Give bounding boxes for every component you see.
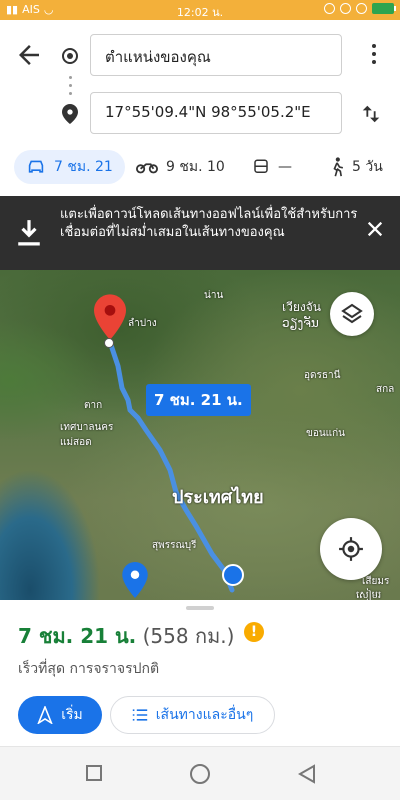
mode-car[interactable]: 7 ชม. 21 xyxy=(14,150,125,184)
motorcycle-icon xyxy=(136,163,158,174)
map-label-lampang: ลำปาง xyxy=(128,318,157,329)
recents-button[interactable] xyxy=(86,765,102,781)
swap-icon[interactable] xyxy=(360,102,382,126)
map-label-suphan: สุพรรณบุรี xyxy=(152,540,197,551)
mode-transit[interactable]: — xyxy=(252,150,292,184)
eta-line: 7 ชม. 21 น. (558 กม.) xyxy=(18,620,234,652)
home-button[interactable] xyxy=(190,764,210,784)
my-location-button[interactable] xyxy=(320,518,382,580)
mode-car-duration: 7 ชม. 21 xyxy=(54,159,113,175)
map-label-udon: อุดรธานี xyxy=(304,370,341,381)
list-icon xyxy=(132,709,147,721)
route-duration-badge[interactable]: 7 ชม. 21 น. xyxy=(146,384,251,416)
map-label-sakon: สกล xyxy=(376,384,395,395)
destination-dot xyxy=(104,338,114,348)
destination-marker-icon[interactable] xyxy=(94,294,126,340)
mode-motorcycle[interactable]: 9 ชม. 10 xyxy=(136,150,225,184)
map-label-siemreap-khmer: សៀមរ xyxy=(356,590,382,600)
battery-icon xyxy=(372,3,396,14)
destination-pin-icon xyxy=(62,104,78,124)
origin-field[interactable]: ตำแหน่งของคุณ xyxy=(90,34,342,76)
current-location-pin-icon[interactable] xyxy=(122,562,148,598)
system-nav-bar xyxy=(0,746,400,800)
status-bar: ▮▮ AIS ◡ 12:02 น. xyxy=(0,0,400,20)
close-icon[interactable] xyxy=(366,220,384,238)
steps-button[interactable]: เส้นทางและอื่นๆ xyxy=(110,696,275,734)
travel-modes: 7 ชม. 21 9 ชม. 10 — 5 วัน xyxy=(0,144,400,184)
status-right xyxy=(324,3,396,14)
offline-download-banner[interactable]: แตะเพื่อดาวน์โหลดเส้นทางออฟไลน์เพื่อใช้ส… xyxy=(0,196,400,270)
crosshair-icon xyxy=(339,537,363,561)
eta-time: 7 ชม. 21 น. xyxy=(18,624,137,648)
map-label-thailand: ประเทศไทย xyxy=(172,487,264,508)
bus-icon xyxy=(254,159,268,173)
eta-distance: (558 กม.) xyxy=(142,624,235,648)
back-triangle-icon[interactable] xyxy=(298,764,316,784)
back-arrow-icon[interactable] xyxy=(14,40,44,70)
more-options-icon[interactable] xyxy=(372,44,378,68)
layers-button[interactable] xyxy=(330,292,374,336)
mode-motorcycle-duration: 9 ชม. 10 xyxy=(166,159,225,175)
car-icon xyxy=(28,160,44,173)
walk-icon xyxy=(333,157,344,177)
warning-icon[interactable]: ! xyxy=(244,622,264,642)
navigation-arrow-icon xyxy=(37,706,53,724)
map-label-vientiane-lao: ວຽງຈັນ xyxy=(282,316,319,330)
sheet-handle[interactable] xyxy=(186,606,214,610)
banner-text: แตะเพื่อดาวน์โหลดเส้นทางออฟไลน์เพื่อใช้ส… xyxy=(60,207,358,240)
start-button[interactable]: เริ่ม xyxy=(18,696,102,734)
map-label-nan: น่าน xyxy=(204,290,224,301)
origin-icon xyxy=(62,48,78,64)
steps-label: เส้นทางและอื่นๆ xyxy=(155,707,254,723)
directions-header: ตำแหน่งของคุณ 17°55'09.4"N 98°55'05.2"E … xyxy=(0,20,400,196)
route-description: เร็วที่สุด การจราจรปกติ xyxy=(18,661,160,677)
destination-field[interactable]: 17°55'09.4"N 98°55'05.2"E xyxy=(90,92,342,134)
route-summary-sheet: 7 ชม. 21 น. (558 กม.) ! เร็วที่สุด การจร… xyxy=(0,600,400,746)
location-status-icon xyxy=(340,3,351,14)
mode-walk[interactable]: 5 วัน xyxy=(330,150,383,184)
layers-icon xyxy=(341,303,363,324)
download-icon xyxy=(18,220,40,246)
map-label-tak: ตาก xyxy=(84,400,103,411)
nfc-icon xyxy=(324,3,335,14)
map-label-maesot: เทศบาลนคร แม่สอด xyxy=(60,422,114,448)
map-label-khonkaen: ขอนแก่น xyxy=(306,428,346,439)
mode-transit-duration: — xyxy=(278,159,292,175)
mode-walk-duration: 5 วัน xyxy=(352,159,383,175)
route-dots-icon xyxy=(69,76,72,100)
map-label-siemreap: เสียมร xyxy=(362,576,390,587)
map-view[interactable]: น่าน ลำปาง เวียงจัน ວຽງຈັນ อุดรธานี สกล … xyxy=(0,270,400,600)
map-label-vientiane: เวียงจัน xyxy=(282,300,321,314)
alarm-icon xyxy=(356,3,367,14)
car-position-icon xyxy=(222,564,244,586)
start-label: เริ่ม xyxy=(61,707,83,723)
